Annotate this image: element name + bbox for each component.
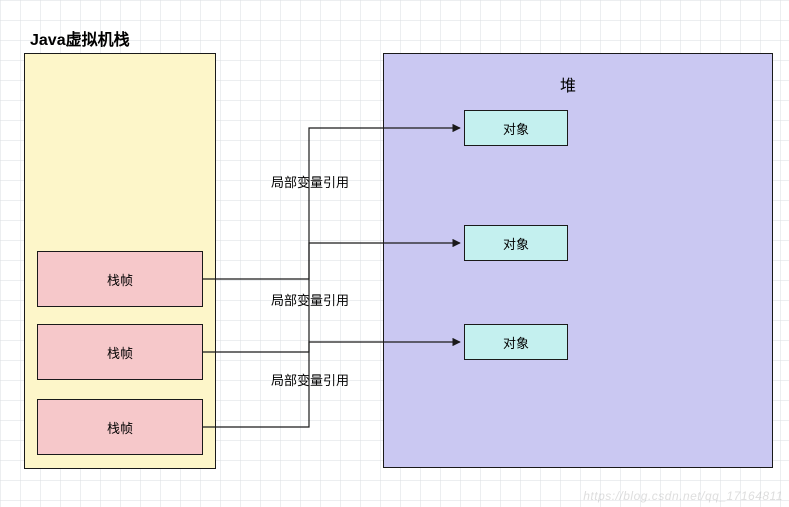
arrows-layer [0, 0, 789, 507]
watermark: https://blog.csdn.net/qq_17164811 [583, 489, 783, 503]
